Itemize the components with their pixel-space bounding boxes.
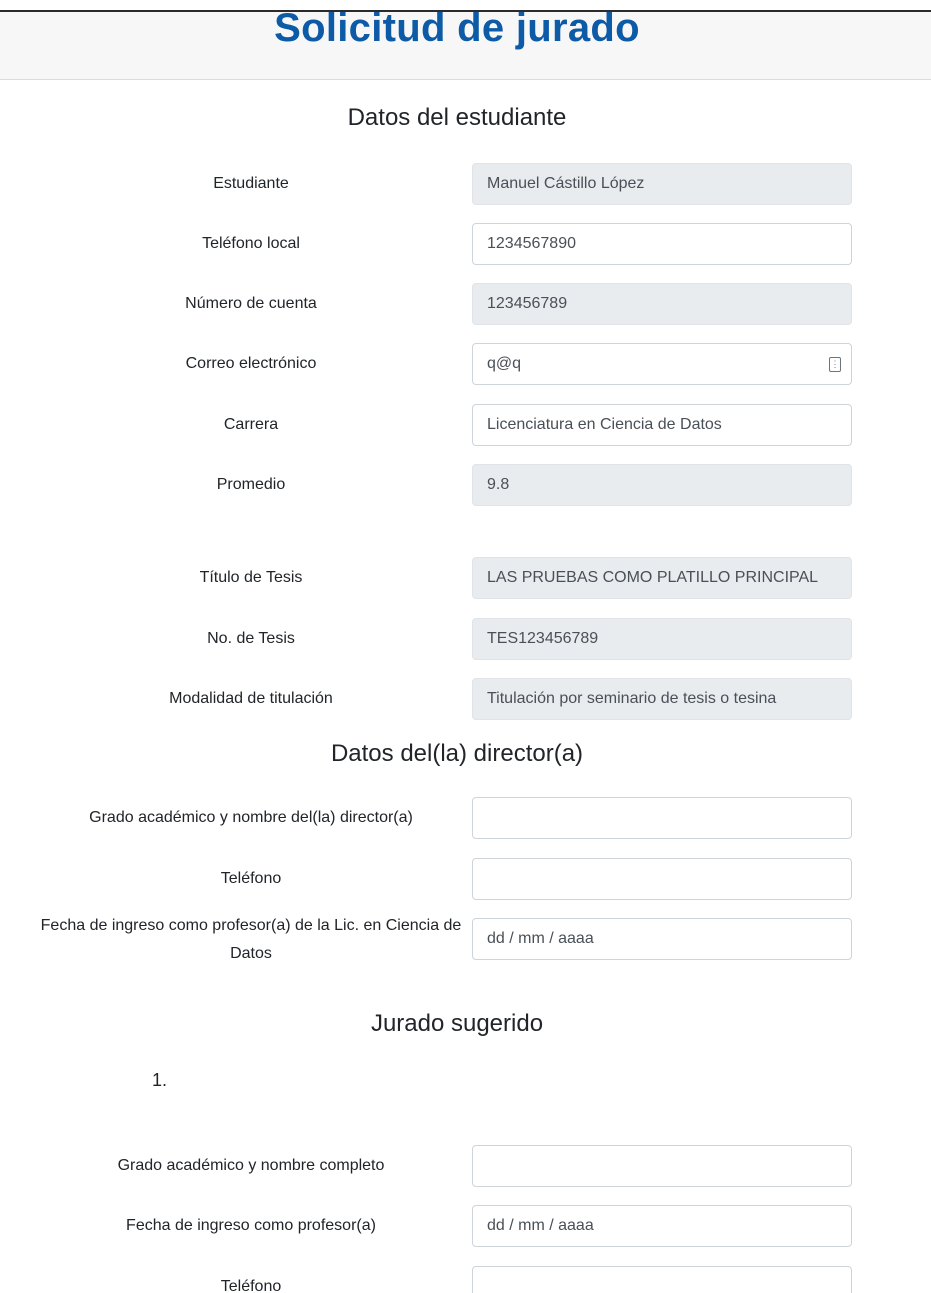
student-name-field[interactable]: Manuel Cástillo López	[472, 163, 852, 205]
student-name-row: Estudiante Manuel Cástillo López	[0, 163, 931, 205]
local-phone-row: Teléfono local 1234567890	[0, 223, 931, 265]
email-input[interactable]: q@q ⋮	[472, 343, 852, 385]
director-start-date-placeholder: dd / mm / aaaa	[487, 930, 594, 947]
degree-modality-field[interactable]: Titulación por seminario de tesis o tesi…	[472, 678, 852, 720]
average-field[interactable]: 9.8	[472, 464, 852, 506]
average-label: Promedio	[216, 476, 286, 493]
director-name-row: Grado académico y nombre del(la) directo…	[0, 797, 931, 839]
average-value: 9.8	[487, 476, 510, 493]
director-name-input[interactable]	[472, 797, 852, 839]
thesis-number-row: No. de Tesis TES123456789	[0, 618, 931, 660]
jury-name-input[interactable]	[472, 1145, 852, 1187]
thesis-number-label: No. de Tesis	[207, 630, 295, 647]
career-label: Carrera	[223, 416, 279, 433]
jury-start-date-placeholder: dd / mm / aaaa	[487, 1217, 594, 1234]
degree-modality-row: Modalidad de titulación Titulación por s…	[0, 678, 931, 720]
thesis-title-row: Título de Tesis LAS PRUEBAS COMO PLATILL…	[0, 557, 931, 599]
jury-phone-row: Teléfono	[0, 1266, 931, 1293]
thesis-number-field[interactable]: TES123456789	[472, 618, 852, 660]
account-number-field[interactable]: 123456789	[472, 283, 852, 325]
local-phone-input[interactable]: 1234567890	[472, 223, 852, 265]
local-phone-value: 1234567890	[487, 235, 576, 252]
average-row: Promedio 9.8	[0, 464, 931, 506]
thesis-title-field[interactable]: LAS PRUEBAS COMO PLATILLO PRINCIPAL	[472, 557, 852, 599]
student-name-label: Estudiante	[213, 175, 289, 192]
degree-modality-label: Modalidad de titulación	[169, 690, 333, 707]
career-row: Carrera Licenciatura en Ciencia de Datos	[0, 404, 931, 446]
jury-name-label: Grado académico y nombre completo	[117, 1157, 385, 1174]
student-name-value: Manuel Cástillo López	[487, 175, 645, 192]
account-number-label: Número de cuenta	[185, 295, 317, 312]
thesis-title-value: LAS PRUEBAS COMO PLATILLO PRINCIPAL	[487, 569, 819, 586]
thesis-number-value: TES123456789	[487, 630, 599, 647]
local-phone-label: Teléfono local	[202, 235, 300, 252]
account-number-value: 123456789	[487, 295, 568, 312]
jury-section-heading: Jurado sugerido	[370, 1010, 544, 1037]
director-start-date-row: Fecha de ingreso como profesor(a) de la …	[0, 917, 931, 962]
thesis-title-label: Título de Tesis	[199, 569, 303, 586]
contact-card-icon[interactable]: ⋮	[829, 357, 841, 372]
director-phone-input[interactable]	[472, 858, 852, 900]
director-phone-row: Teléfono	[0, 858, 931, 900]
account-number-row: Número de cuenta 123456789	[0, 283, 931, 325]
degree-modality-value: Titulación por seminario de tesis o tesi…	[487, 690, 777, 707]
student-section-heading: Datos del estudiante	[347, 104, 567, 131]
director-section-heading: Datos del(la) director(a)	[330, 740, 584, 767]
director-name-label: Grado académico y nombre del(la) directo…	[89, 809, 413, 826]
jury-start-date-input[interactable]: dd / mm / aaaa	[472, 1205, 852, 1247]
email-value: q@q	[487, 355, 522, 372]
director-start-date-label: Fecha de ingreso como profesor(a) de la …	[40, 917, 462, 962]
email-label: Correo electrónico	[185, 355, 317, 372]
jury-phone-label: Teléfono	[220, 1278, 282, 1293]
page-title: Solicitud de jurado	[274, 6, 640, 50]
page-header: Solicitud de jurado	[0, 6, 931, 80]
email-row: Correo electrónico q@q ⋮	[0, 343, 931, 385]
director-phone-label: Teléfono	[220, 870, 282, 887]
jury-start-date-label: Fecha de ingreso como profesor(a)	[126, 1217, 376, 1234]
jury-name-row: Grado académico y nombre completo	[0, 1145, 931, 1187]
jury-phone-input[interactable]	[472, 1266, 852, 1293]
career-input[interactable]: Licenciatura en Ciencia de Datos	[472, 404, 852, 446]
career-value: Licenciatura en Ciencia de Datos	[487, 416, 722, 433]
director-start-date-input[interactable]: dd / mm / aaaa	[472, 918, 852, 960]
jury-item-number: 1.	[152, 1070, 168, 1090]
jury-start-date-row: Fecha de ingreso como profesor(a) dd / m…	[0, 1205, 931, 1247]
